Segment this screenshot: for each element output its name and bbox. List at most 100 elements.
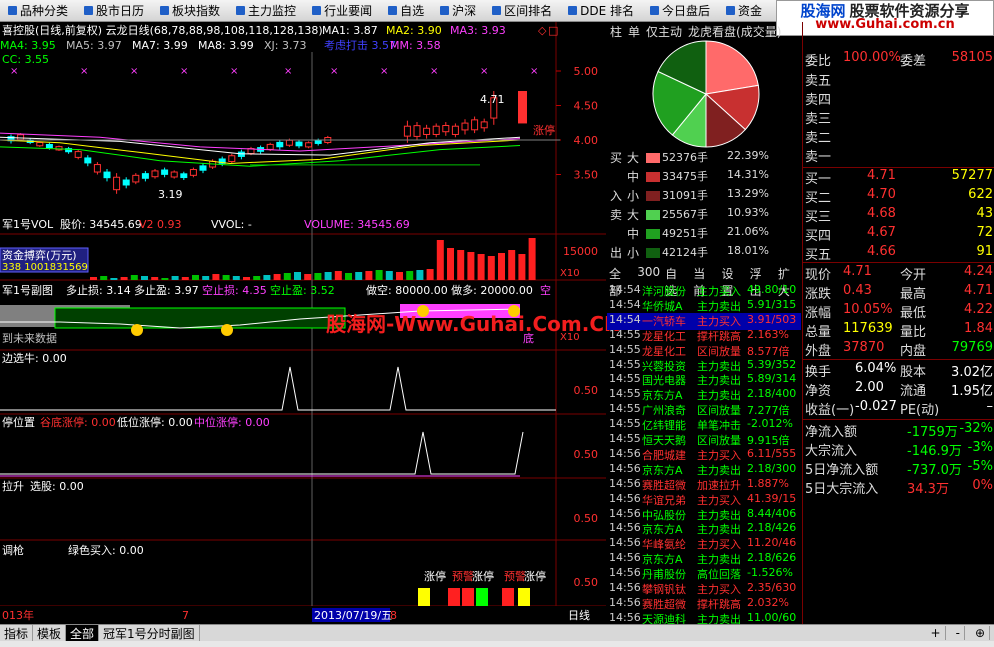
quote-row: 外盘 37870 内盘 79769 bbox=[803, 340, 994, 359]
volume-bar bbox=[355, 272, 363, 280]
zoom-button-1[interactable]: - bbox=[952, 626, 965, 640]
ma-value: MA2: 3.90 bbox=[386, 24, 442, 37]
menu-item-1[interactable]: 股市日历 bbox=[76, 0, 152, 22]
tick-value: 41.39/15 bbox=[747, 491, 797, 505]
bid-price: 4.68 bbox=[867, 206, 896, 221]
flow-swatch bbox=[646, 229, 660, 239]
sub2-tick: 0.50 bbox=[574, 384, 599, 397]
volume-bar bbox=[345, 273, 352, 280]
x-axis-month: 7 bbox=[182, 609, 189, 622]
flow-tab-2[interactable]: 仅主动 bbox=[646, 23, 682, 40]
tick-name: 京东方A bbox=[642, 553, 683, 567]
stat-value: 2.00 bbox=[855, 380, 884, 395]
flow-size: 大 bbox=[627, 208, 640, 222]
flow-tab-3[interactable]: 龙虎看盘(成交量) bbox=[688, 23, 781, 40]
smile-icon bbox=[131, 324, 143, 336]
zoom-button-2[interactable]: ⊕ bbox=[971, 626, 990, 640]
flow-volume: 25567手 bbox=[662, 208, 708, 221]
menu-item-8[interactable]: DDE 排名 bbox=[560, 0, 642, 22]
tick-name: 丹甫股份 bbox=[642, 568, 686, 582]
tick-time: 14:56 bbox=[609, 446, 641, 460]
menu-icon bbox=[440, 6, 450, 15]
candle bbox=[74, 151, 82, 158]
menu-item-9[interactable]: 今日盘后 bbox=[642, 0, 718, 22]
sub3-value: 低位涨停: 0.00 bbox=[117, 415, 193, 429]
flow-percent: -32% bbox=[959, 421, 993, 436]
volume-bar bbox=[528, 238, 536, 280]
flow-percent: 13.29% bbox=[727, 187, 769, 200]
volume-bar bbox=[304, 274, 312, 280]
quote-row: 卖五 bbox=[803, 70, 994, 89]
menu-item-4[interactable]: 行业要闻 bbox=[304, 0, 380, 22]
stat-label: 流通 bbox=[900, 384, 927, 399]
status-bar bbox=[0, 641, 994, 647]
stat-label: PE(动) bbox=[900, 403, 940, 418]
bid-level: 买五 bbox=[805, 248, 832, 263]
stat-label: 收益(一) bbox=[805, 403, 855, 418]
tick-alert-list[interactable]: 14:54 洋河股份 主力买入 49.80/10 14:54 华侨城A 主力卖出 5.91/3… bbox=[607, 283, 801, 628]
tick-time: 14:54 bbox=[609, 283, 641, 296]
ma-value: MA5: 3.97 bbox=[66, 39, 122, 52]
sub1-value: 多止盈: 3.97 bbox=[134, 283, 199, 297]
x-marker: × bbox=[130, 66, 138, 77]
bottom-tab-2[interactable]: 全部 bbox=[66, 624, 100, 642]
menu-item-10[interactable]: 资金 bbox=[718, 0, 770, 22]
candle bbox=[276, 141, 284, 148]
menu-item-label: DDE 排名 bbox=[580, 4, 635, 18]
zoom-controls: + - ⊕ bbox=[923, 626, 994, 640]
menu-item-3[interactable]: 主力监控 bbox=[228, 0, 304, 22]
menu-item-7[interactable]: 区间排名 bbox=[484, 0, 560, 22]
tick-value: 7.277倍 bbox=[747, 404, 790, 418]
sub3-value: 谷底涨停: 0.00 bbox=[40, 415, 116, 429]
stat-label: 涨跌 bbox=[805, 287, 832, 302]
tick-event: 区间放量 bbox=[697, 404, 741, 418]
candle bbox=[442, 125, 450, 133]
bid-volume: 72 bbox=[976, 225, 993, 240]
band bbox=[54, 307, 346, 329]
bottom-tab-0[interactable]: 指标 bbox=[0, 624, 34, 642]
tick-value: 5.91/315 bbox=[747, 297, 797, 311]
volume-bar bbox=[202, 276, 210, 280]
flow-tab-0[interactable]: 柱 bbox=[610, 23, 622, 40]
sub1-value: 空止损: 4.35 bbox=[202, 283, 267, 297]
period-label: 日线 bbox=[568, 608, 590, 622]
ma-value: XJ: 3.73 bbox=[264, 39, 306, 52]
bottom-tab-1[interactable]: 模板 bbox=[33, 624, 67, 642]
stat-label: 量比 bbox=[900, 325, 927, 340]
vol-scale: X10 bbox=[560, 268, 580, 279]
tick-time: 14:54 bbox=[609, 312, 641, 326]
flow-volume: 52376手 bbox=[662, 151, 708, 164]
divider bbox=[803, 359, 994, 360]
menu-item-label: 板块指数 bbox=[172, 4, 221, 18]
menu-item-6[interactable]: 沪深 bbox=[432, 0, 484, 22]
volume-bar bbox=[130, 275, 138, 280]
ask-level: 卖五 bbox=[805, 74, 832, 89]
tick-value: 2.18/626 bbox=[747, 551, 797, 565]
tick-event: 撑杆跳高 bbox=[697, 329, 741, 343]
sub3-title: 停位置 bbox=[2, 415, 35, 429]
flow-row: 中 49251手 21.06% bbox=[607, 225, 801, 242]
volume-bar bbox=[396, 272, 403, 280]
flow-swatch bbox=[646, 191, 660, 201]
flow-volume: 49251手 bbox=[662, 227, 708, 240]
flow-tab-1[interactable]: 单 bbox=[628, 23, 640, 40]
stat-value: 3.02亿 bbox=[951, 365, 993, 380]
zoom-button-0[interactable]: + bbox=[927, 626, 946, 640]
bid-price: 4.71 bbox=[867, 168, 896, 183]
high-price-label: 4.71 bbox=[480, 93, 505, 106]
stat-value: -0.027 bbox=[855, 399, 897, 414]
menu-item-5[interactable]: 自选 bbox=[380, 0, 432, 22]
menu-icon bbox=[726, 6, 736, 15]
ratio-label: 委比 bbox=[805, 54, 832, 69]
menu-item-0[interactable]: 品种分类 bbox=[0, 0, 76, 22]
tick-time: 14:56 bbox=[609, 595, 641, 609]
volume-bar bbox=[120, 277, 128, 280]
menu-item-2[interactable]: 板块指数 bbox=[152, 0, 228, 22]
tick-name: 华侨城A bbox=[642, 299, 683, 313]
x-marker: × bbox=[80, 66, 88, 77]
bottom-tab-3[interactable]: 冠军1号分时副图 bbox=[99, 624, 200, 642]
volume-bar bbox=[253, 276, 261, 280]
sub3-tick: 0.50 bbox=[574, 448, 599, 461]
tick-time: 14:56 bbox=[609, 521, 641, 535]
volume-bar bbox=[314, 273, 322, 280]
